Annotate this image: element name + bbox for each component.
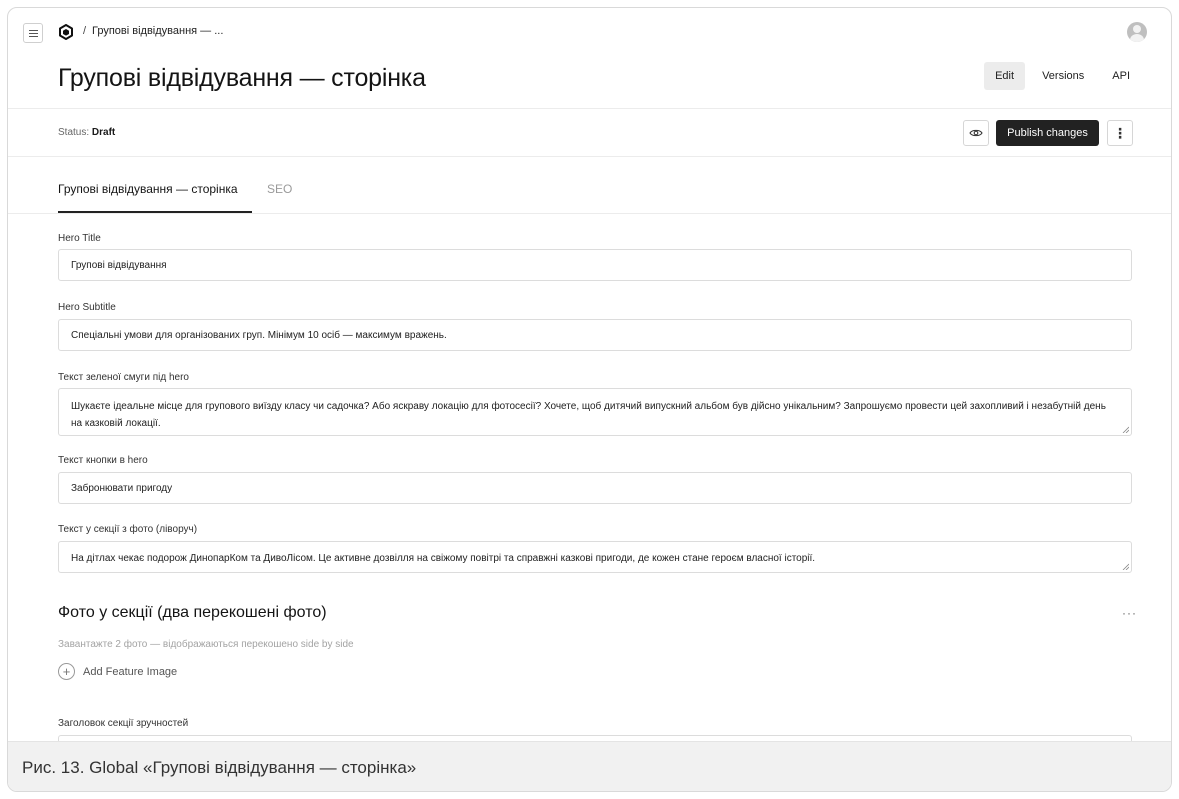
user-avatar-icon[interactable] [1127,22,1147,42]
status-prefix: Status: [58,127,90,138]
field-label-amenities-title: Заголовок секції зручностей [58,718,189,729]
page-title: Групові відвідування — сторінка [58,64,426,92]
hero-title-input[interactable] [58,249,1132,281]
tab-versions[interactable]: Versions [1031,62,1095,90]
add-feature-image-button[interactable]: + Add Feature Image [58,663,177,680]
field-label-green-strip: Текст зеленої смуги під hero [58,372,189,383]
field-label-hero-button: Текст кнопки в hero [58,455,148,466]
figure-caption-bar: Рис. 13. Global «Групові відвідування — … [8,741,1171,791]
tab-seo[interactable]: SEO [267,182,292,196]
resize-grip-icon[interactable] [1122,426,1129,433]
status-value: Draft [91,127,116,138]
status-text: Status: Draft [58,127,115,138]
eye-icon [969,129,983,137]
photo-section-textarea[interactable]: На дітлах чекає подорож ДинопарКом та Ди… [58,541,1132,573]
photo-section-title: Фото у секції (два перекошені фото) [58,604,327,621]
publish-changes-button[interactable]: Publish changes [996,120,1099,146]
green-strip-text: Шукаєте ідеальне місце для групового виї… [71,401,1106,429]
photo-section-description: Завантажте 2 фото — відображаються перек… [58,639,354,650]
figure-caption: Рис. 13. Global «Групові відвідування — … [22,758,417,777]
field-label-hero-title: Hero Title [58,233,101,244]
menu-toggle-icon[interactable] [23,23,43,43]
view-tabs: Edit Versions API [984,62,1141,90]
tab-content-main[interactable]: Групові відвідування — сторінка [58,182,238,196]
hero-button-text-input[interactable] [58,472,1132,504]
add-feature-image-label: Add Feature Image [83,665,178,678]
app-logo-icon[interactable] [58,24,74,40]
field-label-photo-section-text: Текст у секції з фото (ліворуч) [58,524,198,535]
photo-section-more-button[interactable]: ··· [1122,606,1137,620]
plus-circle-icon: + [58,663,75,680]
photo-section-text: На дітлах чекає подорож ДинопарКом та Ди… [71,553,816,564]
hero-subtitle-input[interactable] [58,319,1132,351]
field-label-hero-subtitle: Hero Subtitle [58,302,116,313]
tab-edit[interactable]: Edit [984,62,1026,90]
divider [8,108,1171,109]
app-window: / Групові відвідування — ... Групові від… [7,7,1172,792]
divider [8,156,1171,157]
breadcrumb-current[interactable]: Групові відвідування — ... [92,25,223,37]
divider [8,213,1171,214]
tab-api[interactable]: API [1101,62,1141,90]
breadcrumb-separator: / [83,25,87,37]
more-options-button[interactable]: ⋮ [1107,120,1133,146]
preview-button[interactable] [963,120,989,146]
top-bar: / Групові відвідування — ... [8,8,1171,58]
green-strip-textarea[interactable]: Шукаєте ідеальне місце для групового виї… [58,388,1132,436]
resize-grip-icon[interactable] [1122,563,1129,570]
